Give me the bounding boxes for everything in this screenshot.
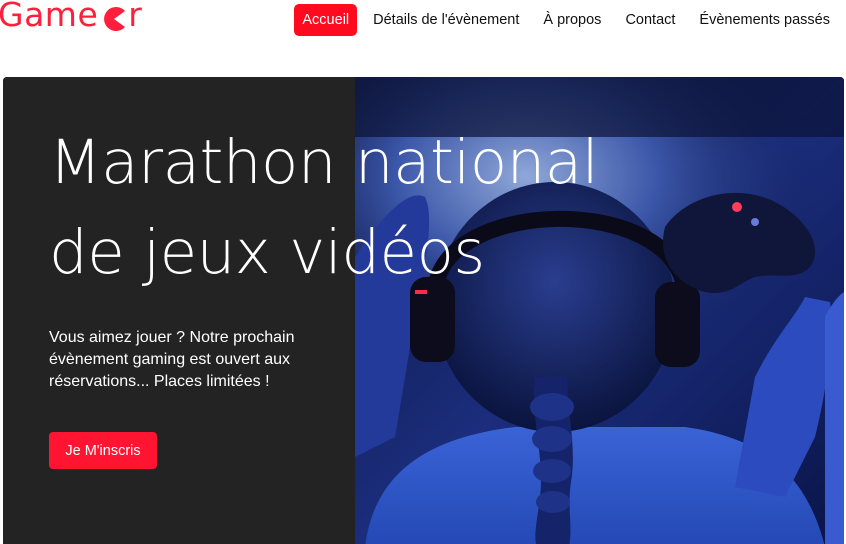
pacman-icon bbox=[101, 1, 127, 32]
brand-name-suffix: r bbox=[128, 0, 143, 34]
nav-item-contact[interactable]: Contact bbox=[617, 4, 683, 36]
hero-title: Marathon national de jeux vidéos bbox=[49, 118, 649, 298]
brand-name-prefix: Game bbox=[0, 0, 99, 34]
nav-item-a-propos[interactable]: À propos bbox=[535, 4, 609, 36]
hero-title-line-1: Marathon national bbox=[49, 127, 599, 198]
main-nav: Accueil Détails de l'évènement À propos … bbox=[286, 4, 838, 36]
brand-logo[interactable]: Game r bbox=[0, 0, 142, 34]
nav-item-evenements-passes[interactable]: Évènements passés bbox=[691, 4, 838, 36]
nav-item-details[interactable]: Détails de l'évènement bbox=[365, 4, 527, 36]
nav-item-accueil[interactable]: Accueil bbox=[294, 4, 358, 36]
hero-banner: Marathon national de jeux vidéos Vous ai… bbox=[3, 77, 844, 544]
hero-title-line-2: de jeux vidéos bbox=[49, 217, 485, 288]
register-button[interactable]: Je M'inscris bbox=[49, 432, 157, 469]
hero-description: Vous aimez jouer ? Notre prochain évènem… bbox=[49, 329, 295, 390]
